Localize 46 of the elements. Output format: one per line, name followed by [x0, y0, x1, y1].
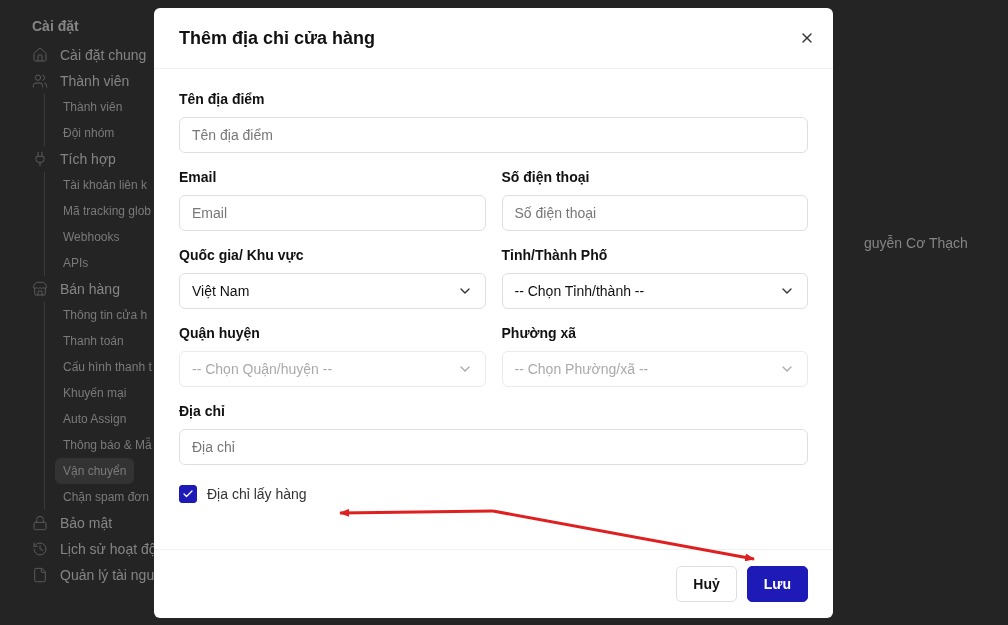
check-icon [182, 488, 194, 500]
input-field[interactable]: Địa chỉ [179, 429, 808, 465]
sidebar-item[interactable]: Bảo mật [60, 515, 113, 531]
sidebar-subitem[interactable]: Webhooks [55, 224, 128, 250]
sidebar-title: Cài đặt [32, 18, 80, 34]
sidebar-icon [32, 47, 48, 63]
sidebar-icon [32, 281, 48, 297]
sidebar-subitem[interactable]: Tài khoản liên k [55, 172, 156, 198]
sidebar-subitem[interactable]: Auto Assign [55, 406, 135, 432]
select-field[interactable]: Việt Nam [179, 273, 486, 309]
field-label: Email [179, 169, 218, 185]
sidebar-icon [32, 567, 48, 583]
sidebar-subitem[interactable]: Vận chuyển [55, 458, 135, 484]
field-label: Quốc gia/ Khu vực [179, 247, 305, 263]
sidebar-item[interactable]: Quản lý tài ngu [60, 567, 155, 583]
field-label: Phường xã [501, 325, 578, 341]
checkbox[interactable] [179, 485, 197, 503]
sidebar-icon [32, 73, 48, 89]
field-label: Số điện thoại [501, 169, 591, 185]
select-field[interactable]: -- Chọn Tỉnh/thành -- [501, 273, 808, 309]
sidebar-item[interactable]: Cài đặt chung [60, 47, 147, 63]
dialog-title: Thêm địa chỉ cửa hàng [179, 27, 376, 49]
sidebar-subitem[interactable]: Thành viên [55, 94, 131, 120]
sidebar-item[interactable]: Thành viên [60, 73, 130, 89]
sidebar-icon [32, 541, 48, 557]
user-name: guyễn Cơ Thạch [864, 235, 968, 251]
field-label: Quận huyện [179, 325, 261, 341]
save-button[interactable]: Lưu [746, 566, 808, 602]
sidebar-item[interactable]: Bán hàng [60, 281, 120, 297]
sidebar-item[interactable]: Tích hợp [60, 151, 116, 167]
sidebar-subitem[interactable]: Thông tin cửa h [55, 302, 156, 328]
sidebar-subitem[interactable]: Chặn spam đơn [55, 484, 157, 510]
field-label: Tỉnh/Thành Phố [501, 247, 609, 263]
cancel-button[interactable]: Huỷ [676, 566, 737, 602]
sidebar-icon [32, 151, 48, 167]
input-field[interactable]: Tên địa điểm [179, 117, 808, 153]
sidebar-icon [32, 515, 48, 531]
input-field[interactable]: Email [179, 195, 486, 231]
sidebar-subitem[interactable]: Thanh toán [55, 328, 132, 354]
field-label: Tên địa điểm [179, 91, 266, 107]
sidebar-subitem[interactable]: Khuyến mại [55, 380, 135, 406]
checkbox-label: Địa chỉ lấy hàng [207, 486, 307, 502]
sidebar-subitem[interactable]: APIs [55, 250, 97, 276]
field-label: Địa chỉ [179, 403, 226, 419]
sidebar-subitem[interactable]: Đội nhóm [55, 120, 123, 146]
input-field[interactable]: Số điện thoại [501, 195, 808, 231]
